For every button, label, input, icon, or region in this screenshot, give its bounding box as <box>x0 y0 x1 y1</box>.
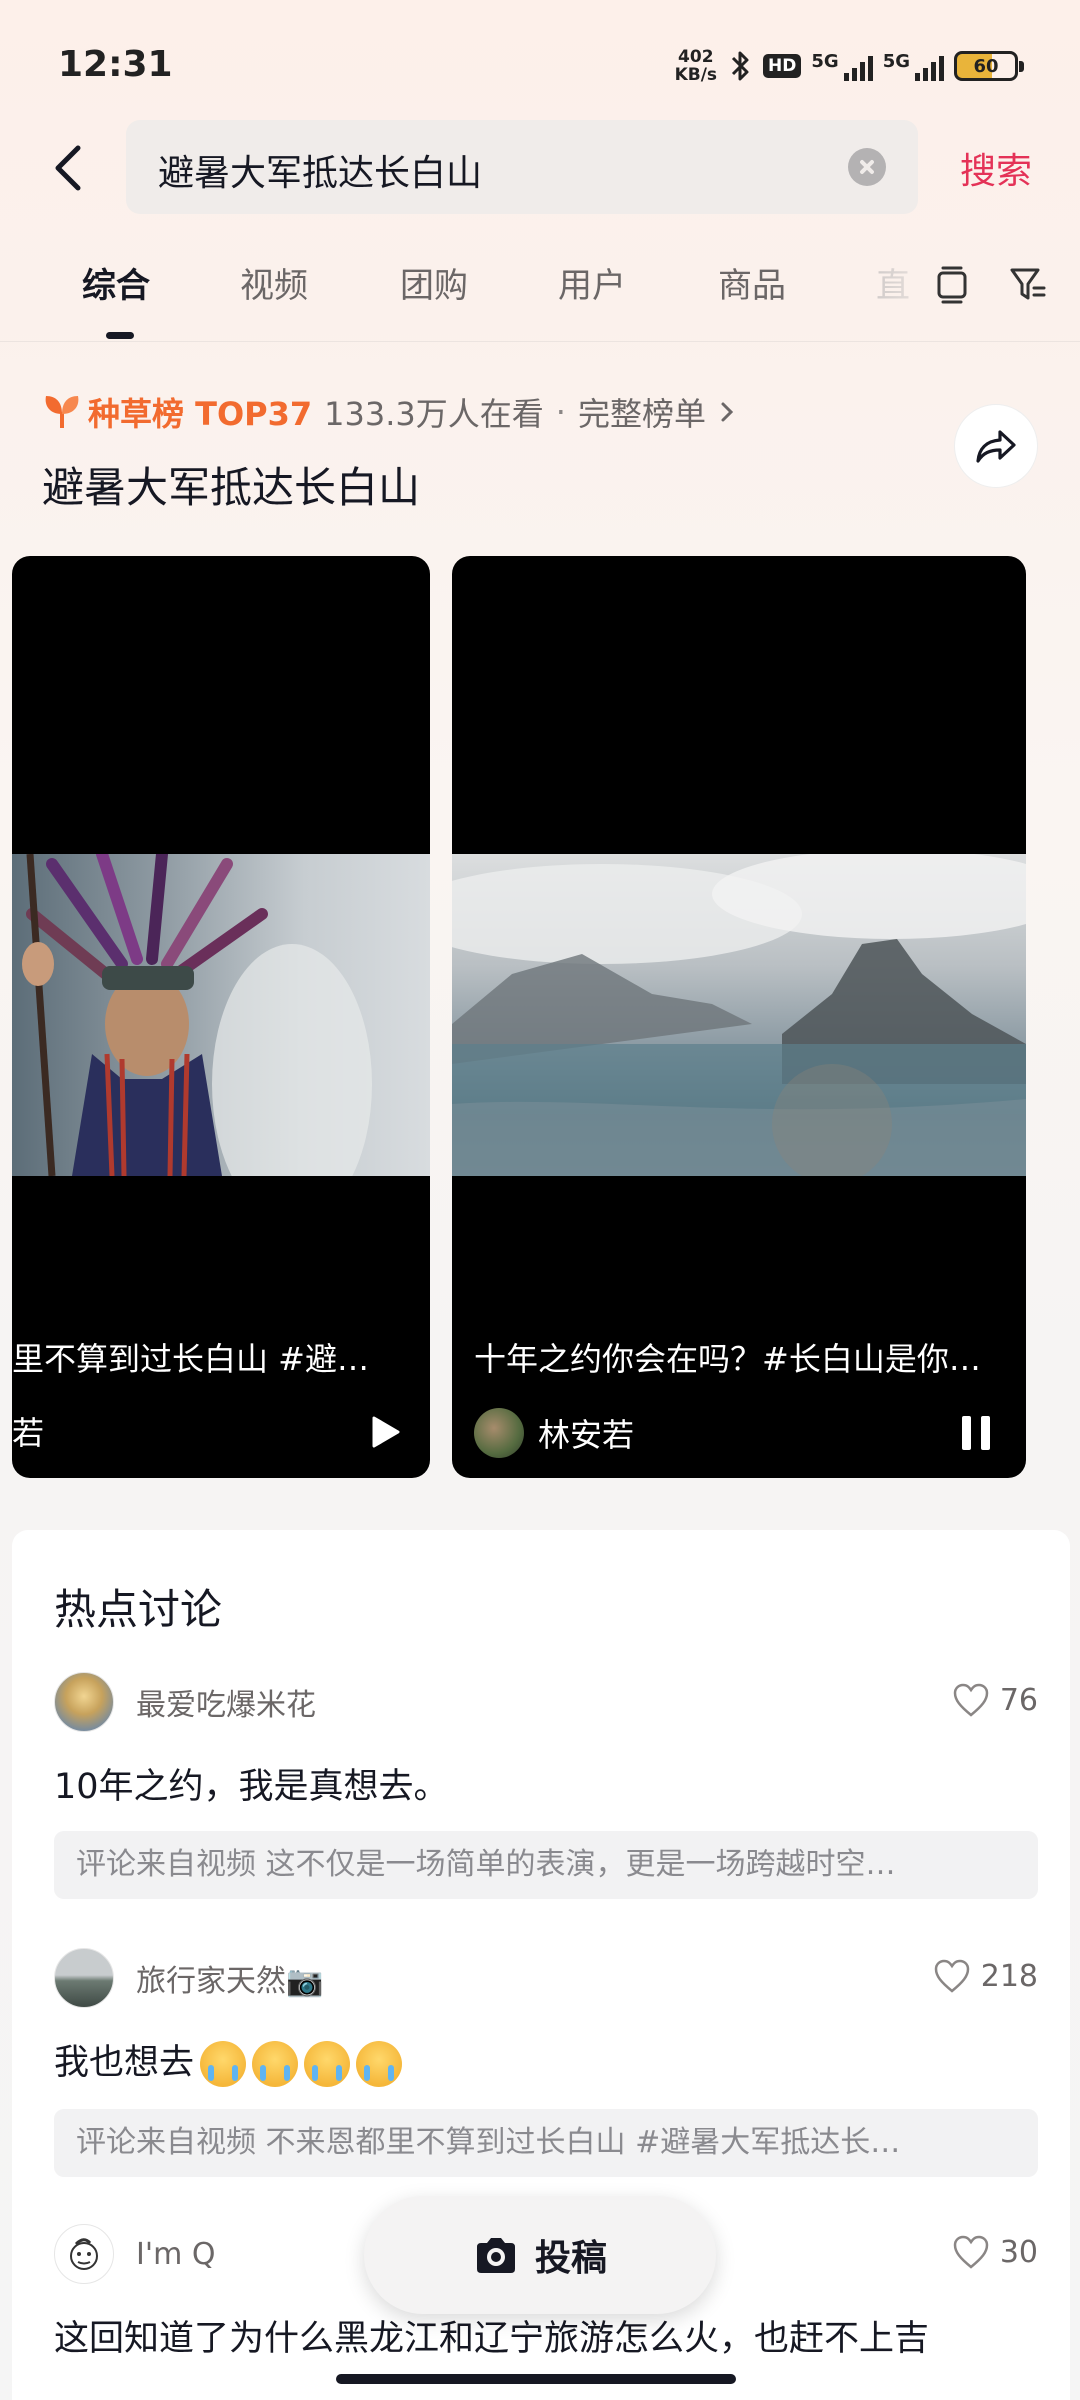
status-time: 12:31 <box>58 44 173 85</box>
tab-users[interactable]: 用户 <box>558 258 626 307</box>
video-card[interactable]: 十年之约你会在吗？#长白山是你… 林安若 <box>452 556 1026 1478</box>
video-thumbnail <box>452 854 1026 1176</box>
comment-item[interactable]: 旅行家天然📷 218 我也想去 评论来自视频 不来恩都里不算到过长白山 #避暑大… <box>54 1946 1038 2177</box>
tab-group-buy[interactable]: 团购 <box>400 258 468 307</box>
tab-products[interactable]: 商品 <box>718 258 786 307</box>
sprout-icon <box>45 396 79 428</box>
share-button[interactable] <box>954 404 1038 488</box>
net-speed-value: 402 <box>678 47 714 67</box>
back-arrow-icon[interactable] <box>44 142 96 194</box>
video-card[interactable]: 里不算到过长白山 #避… 若 <box>12 556 430 1478</box>
comment-username[interactable]: I'm Q <box>136 2237 215 2272</box>
avatar[interactable] <box>54 1672 114 1732</box>
bluetooth-icon <box>731 51 749 81</box>
crying-emoji-icon <box>200 2041 247 2087</box>
heart-icon <box>953 2235 989 2269</box>
comment-item[interactable]: 最爱吃爆米花 76 10年之约，我是真想去。 评论来自视频 这不仅是一场简单的表… <box>54 1670 1038 1899</box>
shaman-performer-image <box>22 854 372 1176</box>
search-button[interactable]: 搜索 <box>960 142 1032 194</box>
comment-text-row: 我也想去 <box>54 2034 1038 2087</box>
status-bar: 12:31 402 KB/s HD 5G 5G 60 <box>0 0 1080 130</box>
video-author-name: 若 <box>12 1414 45 1452</box>
comment-username[interactable]: 旅行家天然📷 <box>136 1956 323 2000</box>
like-count: 218 <box>980 1958 1038 1994</box>
comment-username[interactable]: 最爱吃爆米花 <box>136 1680 316 1724</box>
video-author[interactable]: 林安若 <box>474 1408 634 1458</box>
search-query[interactable]: 避暑大军抵达长白山 <box>158 144 482 196</box>
ranking-line[interactable]: 种草榜 TOP37 133.3万人在看 · 完整榜单 <box>42 388 736 436</box>
comment-text: 这回知道了为什么黑龙江和辽宁旅游怎么火，也赶不上吉 <box>54 2319 930 2359</box>
crying-emoji-icon <box>252 2041 299 2087</box>
avatar[interactable] <box>54 2224 114 2284</box>
hot-discussion-title: 热点讨论 <box>54 1585 223 1634</box>
signal-icon-2: 5G <box>883 51 944 81</box>
status-icons: 402 KB/s HD 5G 5G 60 <box>675 44 1024 88</box>
video-caption: 里不算到过长白山 #避… <box>12 1340 369 1378</box>
post-button-label: 投稿 <box>534 2238 607 2279</box>
heart-icon <box>934 1959 969 1993</box>
like-count: 76 <box>999 1682 1038 1718</box>
comment-text: 10年之约，我是真想去。 <box>54 1767 449 1807</box>
chevron-right-icon <box>721 402 734 422</box>
signal-label-2: 5G <box>882 51 910 72</box>
layout-toggle-icon[interactable] <box>935 264 969 304</box>
signal-icon: 5G <box>811 51 873 81</box>
battery-level: 60 <box>973 55 999 77</box>
search-input[interactable]: 避暑大军抵达长白山 <box>126 120 918 214</box>
result-tabs: 综合 视频 团购 用户 商品 直 <box>0 250 1080 342</box>
like-count: 30 <box>999 2234 1038 2270</box>
separator-dot: · <box>555 393 566 431</box>
mountain-lake-image <box>452 854 1026 1176</box>
camera-icon <box>476 2238 515 2273</box>
home-indicator[interactable] <box>336 2374 736 2384</box>
tab-video[interactable]: 视频 <box>240 258 308 307</box>
pause-icon[interactable] <box>962 1416 992 1450</box>
ranking-badge-text: 种草榜 TOP37 <box>88 395 313 433</box>
avatar[interactable] <box>54 1948 114 2008</box>
cartoon-face-icon <box>70 2238 98 2270</box>
video-author[interactable]: 若 <box>12 1408 44 1454</box>
comment-text: 我也想去 <box>54 2043 195 2083</box>
comment-source-link[interactable]: 评论来自视频 不来恩都里不算到过长白山 #避暑大军抵达长… <box>54 2109 1038 2177</box>
net-speed: 402 KB/s <box>675 48 717 84</box>
like-button[interactable]: 218 <box>933 1958 1038 1994</box>
video-thumbnail <box>12 854 430 1176</box>
clear-icon[interactable] <box>848 148 886 186</box>
filter-icon[interactable] <box>1008 264 1048 304</box>
like-button[interactable]: 76 <box>952 1682 1038 1718</box>
share-icon <box>976 430 1016 463</box>
net-speed-unit: KB/s <box>674 65 718 85</box>
author-avatar[interactable] <box>474 1408 524 1458</box>
ranking-badge: 种草榜 TOP37 <box>42 389 312 435</box>
search-row: 避暑大军抵达长白山 搜索 <box>0 118 1080 218</box>
full-list-link[interactable]: 完整榜单 <box>578 389 706 435</box>
crying-emoji-icon <box>356 2041 403 2087</box>
video-caption: 十年之约你会在吗？#长白山是你… <box>474 1340 981 1378</box>
like-button[interactable]: 30 <box>952 2234 1038 2270</box>
ranking-topic-title[interactable]: 避暑大军抵达长白山 <box>42 454 420 515</box>
play-icon[interactable] <box>366 1414 402 1450</box>
signal-label: 5G <box>811 51 839 72</box>
heart-icon <box>953 1683 989 1717</box>
tab-overall[interactable]: 综合 <box>82 258 150 307</box>
comment-source-link[interactable]: 评论来自视频 这不仅是一场简单的表演，更是一场跨越时空… <box>54 1831 1038 1899</box>
post-button[interactable]: 投稿 <box>364 2196 716 2314</box>
battery-icon: 60 <box>954 51 1024 81</box>
video-author-name: 林安若 <box>538 1416 635 1454</box>
hd-badge: HD <box>763 54 802 78</box>
crying-emoji-icon <box>304 2041 351 2087</box>
viewer-count: 133.3万人在看 <box>324 395 544 433</box>
active-tab-indicator <box>106 332 134 339</box>
